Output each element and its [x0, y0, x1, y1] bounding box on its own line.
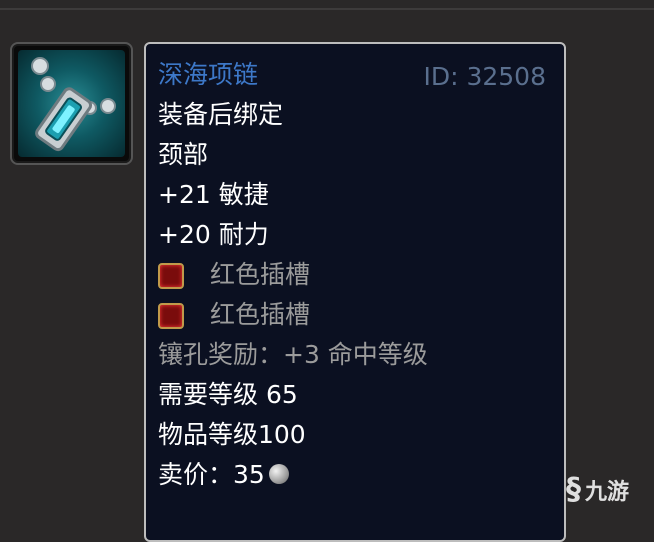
- item-id: ID: 32508: [423, 62, 546, 91]
- watermark: § 九游: [566, 472, 629, 507]
- socket-label-2: 红色插槽: [210, 300, 311, 329]
- stat-agility: +21 敏捷: [158, 180, 269, 209]
- red-socket-icon: [158, 303, 184, 329]
- necklace-icon: [18, 50, 125, 157]
- socket-label-1: 红色插槽: [210, 260, 311, 289]
- sell-price-text: 卖价：35: [158, 460, 265, 489]
- socket-bonus: 镶孔奖励：+3 命中等级: [158, 340, 428, 369]
- silver-coin-icon: [268, 464, 289, 484]
- watermark-text: 九游: [585, 479, 630, 505]
- binding-text: 装备后绑定: [158, 100, 284, 129]
- item-level: 物品等级100: [158, 420, 306, 449]
- slot-text: 颈部: [158, 140, 209, 169]
- sell-price: 卖价：35: [158, 460, 289, 490]
- jiuyou-logo-icon: §: [566, 472, 581, 507]
- required-level: 需要等级 65: [158, 380, 298, 409]
- item-icon-slot[interactable]: [10, 42, 133, 165]
- item-name[interactable]: 深海项链: [158, 60, 258, 90]
- stat-stamina: +20 耐力: [158, 220, 269, 249]
- red-socket-icon: [158, 263, 184, 289]
- top-divider: [0, 8, 654, 10]
- item-tooltip: 深海项链 ID: 32508 装备后绑定 颈部 +21 敏捷 +20 耐力 红色…: [144, 42, 566, 542]
